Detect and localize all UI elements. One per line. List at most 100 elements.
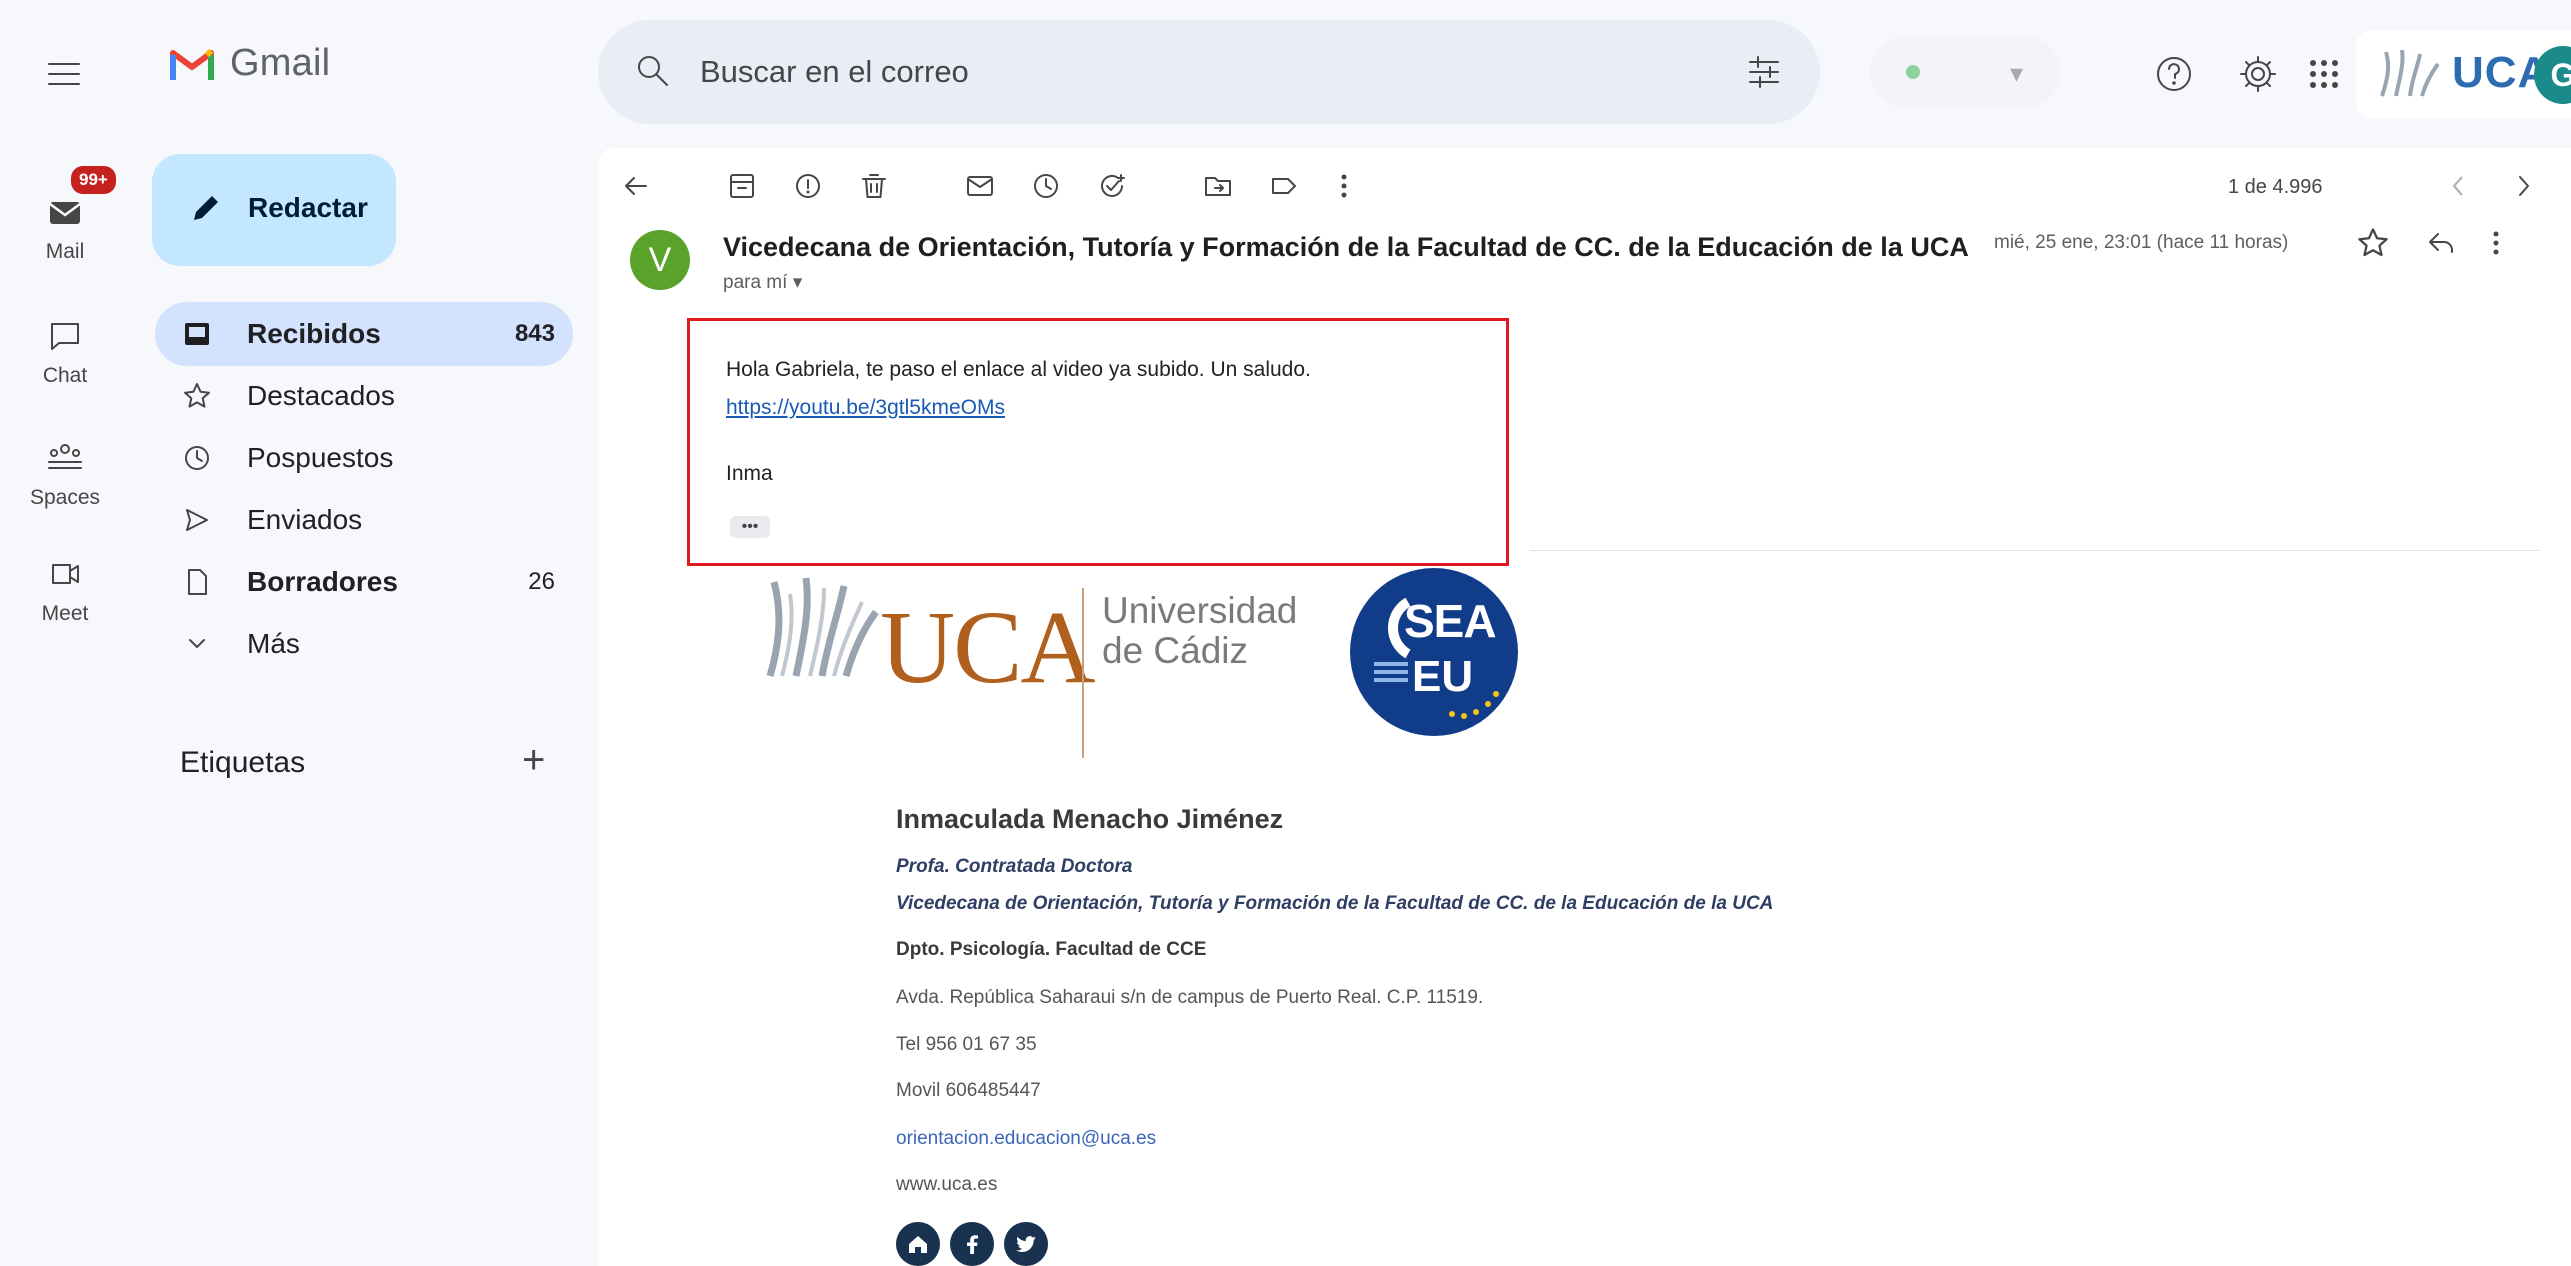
- archive-button[interactable]: [722, 166, 762, 206]
- help-icon: [2157, 57, 2191, 91]
- nav-item-more[interactable]: Más: [155, 612, 573, 676]
- gmail-m-icon: [170, 48, 214, 80]
- top-bar: Gmail ▾: [0, 0, 2571, 148]
- star-icon: [181, 380, 213, 412]
- rail-label-chat: Chat: [42, 364, 88, 387]
- compose-label: Redactar: [248, 192, 368, 223]
- rail-item-meet[interactable]: Meet: [0, 554, 130, 626]
- older-button[interactable]: [2504, 166, 2544, 206]
- message-date: mié, 25 ene, 23:01 (hace 11 horas): [1994, 232, 2289, 253]
- move-to-button[interactable]: [1198, 166, 1238, 206]
- nav-item-starred[interactable]: Destacados: [155, 364, 573, 428]
- more-options-button[interactable]: [1324, 166, 1364, 206]
- snooze-button[interactable]: [1026, 166, 1066, 206]
- back-button[interactable]: [616, 166, 656, 206]
- search-bar[interactable]: [598, 20, 1820, 124]
- nav-label-more: Más: [247, 628, 300, 659]
- gmail-wordmark: Gmail: [230, 42, 331, 84]
- sea-label: SEA: [1404, 595, 1497, 647]
- search-icon[interactable]: [634, 52, 672, 90]
- stars-icon: [1449, 691, 1499, 719]
- star-icon: [2358, 228, 2388, 257]
- gmail-logo[interactable]: Gmail: [170, 42, 330, 85]
- apps-button[interactable]: [2300, 50, 2348, 98]
- signature-position: Vicedecana de Orientación, Tutoría y For…: [896, 893, 1774, 914]
- rail-item-mail[interactable]: 99+ Mail: [0, 164, 130, 264]
- newer-button[interactable]: [2438, 166, 2478, 206]
- delete-button[interactable]: [854, 166, 894, 206]
- uca-emblem-icon: [2380, 49, 2440, 97]
- spaces-icon: [41, 438, 89, 478]
- twitter-icon[interactable]: [1004, 1222, 1048, 1266]
- settings-button[interactable]: [2234, 50, 2282, 98]
- rail-item-chat[interactable]: Chat: [0, 316, 130, 388]
- nav-item-drafts[interactable]: Borradores 26: [155, 550, 573, 614]
- search-input[interactable]: [700, 20, 1600, 124]
- support-button[interactable]: [2150, 50, 2198, 98]
- nav-item-snoozed[interactable]: Pospuestos: [155, 426, 573, 490]
- recipient-details[interactable]: para mí ▾: [723, 271, 802, 294]
- star-message-button[interactable]: [2356, 226, 2390, 260]
- draft-icon: [181, 566, 213, 598]
- sender-avatar[interactable]: V: [630, 230, 690, 290]
- signature-name: Inmaculada Menacho Jiménez: [896, 804, 1284, 834]
- message-body-text: Hola Gabriela, te paso el enlace al vide…: [726, 358, 1311, 381]
- clock-icon: [1034, 174, 1058, 198]
- signature-role: Profa. Contratada Doctora: [896, 856, 1133, 877]
- nav-item-sent[interactable]: Enviados: [155, 488, 573, 552]
- apps-grid-icon: [2310, 60, 2338, 88]
- video-link[interactable]: https://youtu.be/3gtl5kmeOMs: [726, 396, 1005, 420]
- main-menu-button[interactable]: [40, 50, 88, 98]
- reply-button[interactable]: [2424, 226, 2458, 260]
- gear-icon: [2240, 56, 2276, 92]
- folder-move-icon: [1205, 177, 1231, 196]
- search-options-icon[interactable]: [1746, 54, 1782, 90]
- rail-label-mail: Mail: [45, 240, 85, 263]
- rail-item-spaces[interactable]: Spaces: [0, 438, 130, 510]
- chat-icon: [41, 316, 89, 356]
- home-icon[interactable]: [896, 1222, 940, 1266]
- add-label-button[interactable]: +: [522, 738, 545, 783]
- nav-label-inbox: Recibidos: [247, 318, 381, 349]
- uca-logo: UCA Universidad de Cádiz: [760, 568, 1320, 758]
- label-icon: [1272, 178, 1296, 194]
- nav-count-inbox: 843: [514, 320, 555, 347]
- rail-label-spaces: Spaces: [29, 486, 101, 509]
- add-task-button[interactable]: [1092, 166, 1132, 206]
- pagination-count: 1 de 4.996: [2228, 176, 2323, 198]
- report-icon: [796, 174, 820, 198]
- compose-button[interactable]: Redactar: [152, 154, 396, 266]
- clock-icon: [181, 442, 213, 474]
- nav-item-inbox[interactable]: Recibidos 843: [155, 302, 573, 366]
- nav-label-snoozed: Pospuestos: [247, 442, 394, 473]
- account-chip[interactable]: UCA G: [2356, 30, 2571, 118]
- labels-button[interactable]: [1264, 166, 1304, 206]
- divider: [1530, 550, 2540, 551]
- add-task-icon: [1101, 174, 1125, 197]
- report-spam-button[interactable]: [788, 166, 828, 206]
- nav-label-starred: Destacados: [247, 380, 395, 411]
- chevron-down-icon: [181, 628, 213, 660]
- signature-phone: Tel 956 01 67 35: [896, 1034, 1037, 1055]
- chevron-left-icon: [2452, 176, 2463, 196]
- send-icon: [181, 504, 213, 536]
- chevron-right-icon: [2519, 176, 2529, 196]
- mark-unread-button[interactable]: [960, 166, 1000, 206]
- pencil-icon: [194, 196, 218, 220]
- social-links: [896, 1222, 1048, 1266]
- signature-email-link[interactable]: orientacion.educacion@uca.es: [896, 1128, 1156, 1150]
- show-trimmed-content-button[interactable]: •••: [730, 516, 770, 538]
- message-signoff: Inma: [726, 462, 773, 485]
- meet-icon: [41, 554, 89, 594]
- uca-name-line1: Universidad: [1102, 590, 1298, 631]
- rail-label-meet: Meet: [41, 602, 89, 625]
- arrow-left-icon: [625, 177, 647, 195]
- sender-name[interactable]: Vicedecana de Orientación, Tutoría y For…: [723, 232, 1969, 263]
- uca-emblem-icon: [766, 577, 879, 677]
- message-more-button[interactable]: [2490, 226, 2502, 260]
- nav-label-sent: Enviados: [247, 504, 363, 535]
- facebook-icon[interactable]: [950, 1222, 994, 1266]
- status-selector[interactable]: ▾: [1870, 36, 2060, 108]
- signature-website-link[interactable]: www.uca.es: [896, 1174, 997, 1196]
- nav-label-drafts: Borradores: [247, 566, 398, 597]
